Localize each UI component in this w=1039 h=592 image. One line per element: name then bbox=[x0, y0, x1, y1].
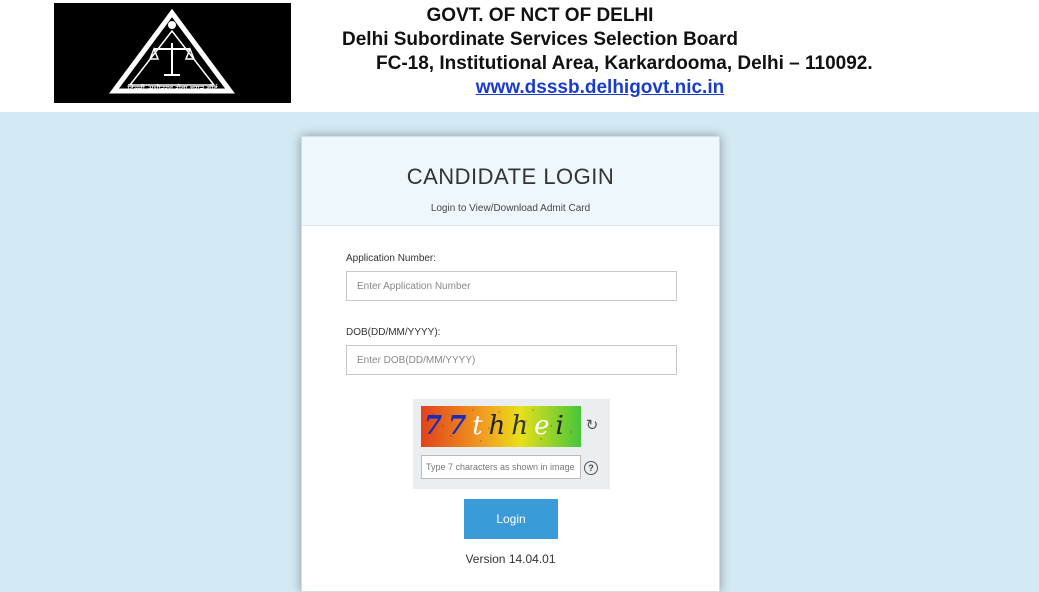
org-govt-line: GOVT. OF NCT OF DELHI bbox=[426, 5, 654, 26]
dsssb-logo: दिल्ली अधीनस्थ सेवा चयन बोर्ड bbox=[54, 3, 291, 103]
dob-label: DOB(DD/MM/YYYY): bbox=[346, 327, 441, 338]
login-card-header: CANDIDATE LOGIN Login to View/Download A… bbox=[302, 137, 719, 226]
login-card: CANDIDATE LOGIN Login to View/Download A… bbox=[301, 136, 720, 592]
site-header: दिल्ली अधीनस्थ सेवा चयन बोर्ड GOVT. OF N… bbox=[0, 0, 1039, 112]
page-subtitle: Login to View/Download Admit Card bbox=[430, 203, 591, 214]
refresh-icon[interactable]: ↻ bbox=[583, 417, 601, 435]
captcha-text: 77thhei bbox=[421, 406, 581, 447]
application-number-input[interactable] bbox=[346, 271, 677, 301]
login-button[interactable]: Login bbox=[464, 499, 558, 539]
captcha-char: h bbox=[511, 411, 535, 441]
captcha-image: 77thhei bbox=[421, 406, 581, 447]
captcha-char: 7 bbox=[448, 411, 473, 441]
website-link[interactable]: www.dsssb.delhigovt.nic.in bbox=[340, 77, 860, 99]
dob-input[interactable] bbox=[346, 345, 677, 375]
captcha-panel: 77thhei ↻ ? bbox=[413, 399, 610, 489]
captcha-char: e bbox=[534, 411, 556, 441]
org-address-line: FC-18, Institutional Area, Karkardooma, … bbox=[376, 53, 873, 74]
captcha-char: 7 bbox=[424, 411, 449, 441]
captcha-char: i bbox=[555, 411, 570, 441]
logo-motto: दिल्ली अधीनस्थ सेवा चयन बोर्ड bbox=[127, 84, 218, 93]
help-icon[interactable]: ? bbox=[584, 461, 598, 475]
captcha-input[interactable] bbox=[421, 455, 581, 479]
org-board-line: Delhi Subordinate Services Selection Boa… bbox=[342, 29, 738, 50]
page-title: CANDIDATE LOGIN bbox=[406, 164, 615, 189]
version-text: Version 14.04.01 bbox=[465, 552, 556, 566]
org-heading: GOVT. OF NCT OF DELHI Delhi Subordinate … bbox=[340, 4, 740, 52]
application-number-label: Application Number: bbox=[346, 253, 437, 264]
captcha-char: h bbox=[488, 411, 512, 441]
captcha-char: t bbox=[472, 411, 489, 441]
